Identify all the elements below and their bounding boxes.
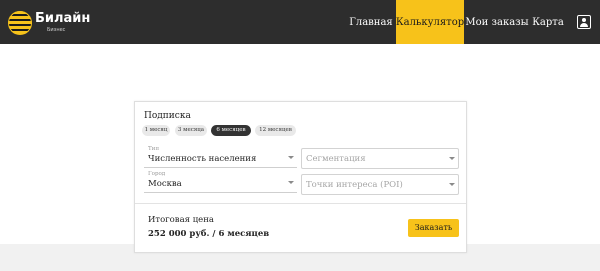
poi-select[interactable]: Точки интереса (POI) [301, 174, 459, 195]
order-button[interactable]: Заказать [408, 219, 459, 237]
field-underline [144, 167, 297, 168]
chevron-down-icon [288, 156, 294, 159]
type-select[interactable]: Тип Численность населения [144, 146, 297, 168]
city-value: Москва [148, 179, 182, 189]
nav-calculator[interactable]: Калькулятор [396, 0, 464, 44]
type-label: Тип [148, 146, 159, 152]
chevron-down-icon [449, 157, 455, 160]
segmentation-select[interactable]: Сегментация [301, 148, 459, 169]
city-label: Город [148, 171, 166, 177]
total-price-value: 252 000 руб. / 6 месяцев [148, 229, 270, 239]
period-chip-12-months[interactable]: 12 месяцев [255, 125, 296, 136]
brand-name: Билайн [35, 11, 91, 26]
chevron-down-icon [288, 181, 294, 184]
nav-home[interactable]: Главная [346, 0, 396, 44]
period-chip-1-month[interactable]: 1 месяц [142, 125, 170, 136]
city-select[interactable]: Город Москва [144, 171, 297, 193]
beeline-logo-icon[interactable] [8, 11, 32, 35]
field-underline [144, 192, 297, 193]
subscription-card: Подписка 1 месяц 3 месяца 6 месяцев 12 м… [134, 101, 467, 253]
nav-map[interactable]: Карта [530, 0, 566, 44]
nav-my-orders[interactable]: Мои заказы [465, 0, 528, 44]
card-title: Подписка [144, 111, 191, 121]
top-nav-bar: Билайн Бизнес Главная Калькулятор Мои за… [0, 0, 600, 44]
poi-placeholder: Точки интереса (POI) [306, 180, 403, 190]
type-value: Численность населения [148, 154, 257, 164]
chevron-down-icon [449, 183, 455, 186]
period-chip-3-months[interactable]: 3 месяца [175, 125, 207, 136]
account-icon[interactable] [577, 15, 591, 29]
total-price-label: Итоговая цена [148, 215, 214, 225]
period-chip-6-months[interactable]: 6 месяцев [211, 125, 251, 136]
card-divider [135, 203, 466, 204]
brand-subtitle: Бизнес [47, 27, 66, 33]
segmentation-placeholder: Сегментация [306, 154, 366, 164]
